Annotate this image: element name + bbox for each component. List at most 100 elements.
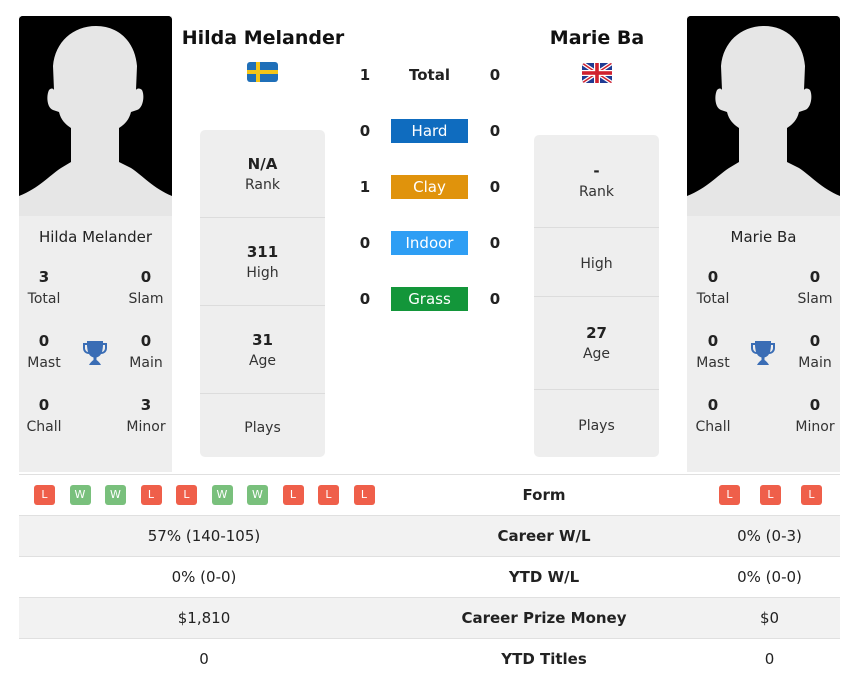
player2-name-link[interactable]: Marie Ba <box>522 27 672 49</box>
rank-label: Rank <box>245 176 280 193</box>
player1-titles-chall: 0 Chall <box>14 396 74 435</box>
player1-form-badge-win[interactable]: W <box>247 485 268 505</box>
h2h-hard-p1: 0 <box>359 122 371 140</box>
titles-total-value: 3 <box>38 268 50 286</box>
player1-form-badge-win[interactable]: W <box>211 485 233 505</box>
sweden-flag-icon <box>247 62 278 82</box>
titles-slam-value: 0 <box>140 268 152 286</box>
h2h-clay-p2: 0 <box>489 178 501 196</box>
player1-name-link[interactable]: Hilda Melander <box>176 27 350 49</box>
surface-hard-badge[interactable]: Hard <box>391 119 468 143</box>
titles-chall-value: 0 <box>707 396 719 414</box>
high-value: 311 <box>246 242 279 261</box>
form-row: LWWLLWWLLL Form LLL <box>19 474 840 515</box>
player1-form-badge-loss[interactable]: L <box>34 485 55 505</box>
ytd-titles-row: 0 YTD Titles 0 <box>19 638 840 679</box>
player1-form-badge-loss[interactable]: L <box>353 485 375 505</box>
player1-form-badge-loss[interactable]: L <box>140 485 162 505</box>
player1-titles-minor: 3 Minor <box>116 396 176 435</box>
form-label: Form <box>522 486 566 504</box>
h2h-hard-row: 0 Hard 0 <box>350 119 510 143</box>
h2h-hard-p2: 0 <box>489 122 501 140</box>
titles-mast-label: Mast <box>27 355 61 371</box>
titles-slam-label: Slam <box>797 291 833 307</box>
rank-label: Rank <box>579 184 614 200</box>
comparison-table: LWWLLWWLLL Form LLL 57% (140-105) Career… <box>19 474 840 679</box>
plays-label: Plays <box>244 419 281 436</box>
ytd-titles-label: YTD Titles <box>501 650 587 668</box>
player2-card: Marie Ba 0 Total 0 Slam 0 Mast 0 Main 0 … <box>687 16 840 472</box>
high-label: High <box>246 264 279 281</box>
h2h-grass-row: 0 Grass 0 <box>350 287 510 311</box>
player2-form: LLL <box>719 485 842 505</box>
h2h-total-p2: 0 <box>489 66 501 84</box>
player1-rank-card: N/A Rank 311 High 31 Age Plays <box>200 130 325 457</box>
player2-ytd-titles: 0 <box>764 650 775 668</box>
player1-high: 311 High <box>200 218 325 306</box>
h2h-clay-p1: 1 <box>359 178 371 196</box>
titles-slam-label: Slam <box>128 291 164 307</box>
player2-form-badge-loss[interactable]: L <box>760 485 781 505</box>
player1-titles-mast: 0 Mast <box>14 332 74 371</box>
player2-titles-chall: 0 Chall <box>683 396 743 435</box>
uk-flag-icon <box>582 63 613 83</box>
player1-age: 31 Age <box>200 306 325 394</box>
player1-form-badge-win[interactable]: W <box>69 485 91 505</box>
player2-titles-mast: 0 Mast <box>683 332 743 371</box>
career-wl-row: 57% (140-105) Career W/L 0% (0-3) <box>19 515 840 556</box>
titles-total-label: Total <box>696 291 730 307</box>
titles-minor-value: 0 <box>809 396 821 414</box>
h2h-indoor-row: 0 Indoor 0 <box>350 231 510 255</box>
h2h-total-label: Total <box>409 66 450 84</box>
player2-age: 27 Age <box>534 297 659 390</box>
player1-form-badge-loss[interactable]: L <box>282 485 304 505</box>
ytd-wl-label: YTD W/L <box>508 568 580 586</box>
player2-prize-money: $0 <box>759 609 780 627</box>
player2-form-badge-loss[interactable]: L <box>801 485 822 505</box>
silhouette-icon <box>687 16 840 216</box>
player1-photo <box>19 16 172 216</box>
age-value: 31 <box>252 330 273 349</box>
player1-form-badge-loss[interactable]: L <box>176 485 197 505</box>
high-label: High <box>580 256 613 272</box>
player2-rank: - Rank <box>534 135 659 228</box>
titles-main-value: 0 <box>809 332 821 350</box>
player2-titles-main: 0 Main <box>785 332 845 371</box>
titles-slam-value: 0 <box>809 268 821 286</box>
player1-card-name: Hilda Melander <box>38 228 153 246</box>
player1-ytd-wl: 0% (0-0) <box>171 568 237 586</box>
ytd-wl-row: 0% (0-0) YTD W/L 0% (0-0) <box>19 556 840 597</box>
rank-value: - <box>593 162 600 180</box>
player2-form-badge-loss[interactable]: L <box>719 485 740 505</box>
player1-titles-main: 0 Main <box>116 332 176 371</box>
player2-card-name: Marie Ba <box>730 228 797 246</box>
trophy-icon <box>83 341 107 365</box>
silhouette-icon <box>19 16 172 216</box>
age-label: Age <box>248 352 277 369</box>
h2h-total-p1: 1 <box>359 66 371 84</box>
player1-form-badge-loss[interactable]: L <box>318 485 339 505</box>
titles-total-value: 0 <box>707 268 719 286</box>
titles-main-label: Main <box>798 355 832 371</box>
plays-label: Plays <box>578 417 615 434</box>
age-label: Age <box>582 346 611 362</box>
surface-grass-badge[interactable]: Grass <box>391 287 468 311</box>
career-wl-label: Career W/L <box>497 527 591 545</box>
surface-clay-badge[interactable]: Clay <box>391 175 468 199</box>
h2h-clay-row: 1 Clay 0 <box>350 175 510 199</box>
titles-mast-value: 0 <box>38 332 50 350</box>
titles-chall-label: Chall <box>695 419 731 435</box>
player1-titles-slam: 0 Slam <box>116 268 176 307</box>
titles-chall-label: Chall <box>26 419 62 435</box>
titles-minor-value: 3 <box>140 396 152 414</box>
player2-titles-slam: 0 Slam <box>785 268 845 307</box>
h2h-grass-p1: 0 <box>359 290 371 308</box>
player2-ytd-wl: 0% (0-0) <box>737 568 802 586</box>
titles-mast-label: Mast <box>696 355 730 371</box>
player2-high: High <box>534 228 659 297</box>
h2h-grass-p2: 0 <box>489 290 501 308</box>
age-value: 27 <box>586 324 607 342</box>
player1-form-badge-win[interactable]: W <box>105 485 126 505</box>
surface-indoor-badge[interactable]: Indoor <box>391 231 468 255</box>
prize-money-row: $1,810 Career Prize Money $0 <box>19 597 840 638</box>
